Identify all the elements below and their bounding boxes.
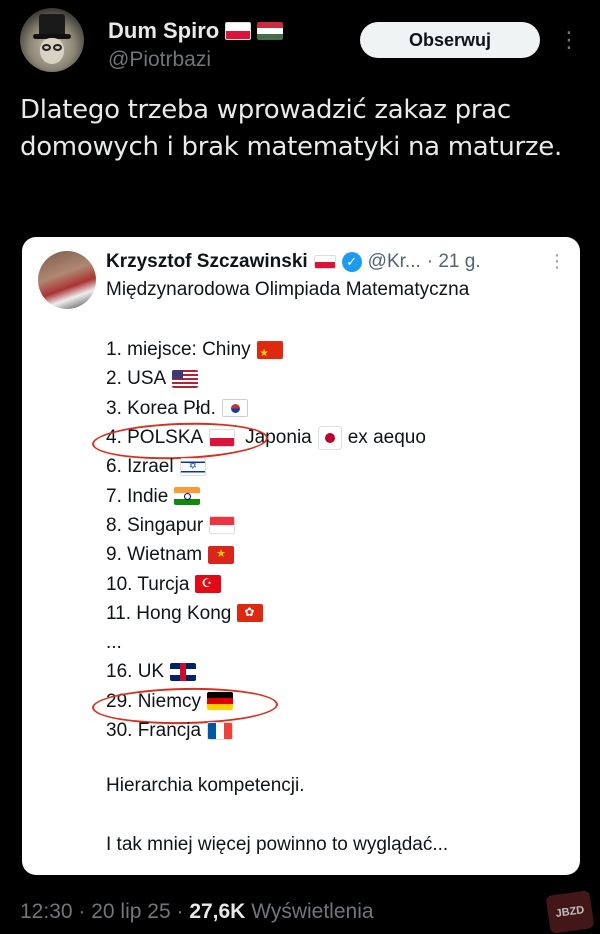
tie-annotation: Japonia ex aequo [245, 423, 426, 452]
quoted-author-handle[interactable]: @Kr... [368, 251, 421, 273]
author-display-name[interactable]: Dum Spiro [108, 18, 219, 44]
ranking-item: 29. Niemcy [91, 685, 566, 726]
quoted-author-name[interactable]: Krzysztof Szczawinski [106, 251, 308, 273]
tweet-header: Dum Spiro @Piotrbazi Obserwuj ⋮ [20, 8, 590, 78]
views-label: Wyświetlenia [251, 900, 374, 923]
singapore-flag-icon [209, 516, 236, 535]
ranking-item: 7. Indie [106, 481, 566, 510]
ranking-list: 1. miejsce: Chiny2. USA3. Korea Płd.4. P… [91, 335, 566, 745]
ranking-item-text: 11. Hong Kong [106, 602, 232, 624]
france-flag-icon [207, 721, 234, 740]
ranking-item-text: 9. Wietnam [106, 544, 203, 566]
india-flag-icon [174, 487, 201, 506]
meta-separator: · [78, 900, 92, 923]
ranking-item-text: 1. miejsce: Chiny [106, 339, 251, 361]
tweet-text: Dlatego trzeba wprowadzić zakaz prac dom… [20, 95, 562, 162]
south-korea-flag-icon [221, 399, 248, 418]
ranking-item-text: 30. Francja [106, 720, 202, 741]
ranking-item: 8. Singapur [106, 511, 566, 540]
ranking-item-text: 4. POLSKA [106, 427, 204, 449]
quoted-more-icon[interactable]: ⋮ [548, 251, 566, 272]
author-handle[interactable]: @Piotrbazi [108, 48, 211, 72]
tie-country: Japonia [245, 427, 312, 449]
watermark-logo: JBZD [545, 890, 595, 934]
ranking-item: 11. Hong Kong [106, 599, 566, 628]
ranking-item-text: 10. Turcja [106, 573, 190, 595]
avatar-glasses-right [53, 44, 62, 51]
ranking-item: 10. Turcja [106, 569, 566, 598]
author-name-row: Dum Spiro [108, 18, 284, 44]
ranking-item-text: 3. Korea Płd. [106, 397, 216, 419]
hungary-flag-icon [257, 22, 284, 40]
author-avatar[interactable] [20, 8, 84, 72]
tweet-date[interactable]: 20 lip 25 [91, 900, 170, 923]
ranking-item: ... [106, 628, 566, 657]
tie-note: ex aequo [347, 427, 426, 449]
ranking-item-text: 8. Singapur [106, 514, 204, 536]
tweet-meta: 12:30 · 20 lip 25 · 27,6K Wyświetlenia [20, 900, 374, 924]
ranking-item-text: 16. UK [106, 661, 165, 683]
avatar-face [40, 38, 64, 64]
usa-flag-icon [172, 369, 199, 388]
israel-flag-icon [179, 457, 206, 476]
ranking-item-text: 7. Indie [106, 485, 169, 507]
ranking-item: 2. USA [106, 364, 566, 393]
quoted-tweet-card[interactable]: Krzysztof Szczawinski ✓ @Kr... · 21 g. ⋮… [22, 237, 580, 875]
hong-kong-flag-icon [237, 604, 264, 623]
verified-badge-icon: ✓ [341, 252, 362, 272]
germany-flag-icon [207, 692, 234, 711]
avatar-hat [39, 14, 65, 36]
avatar-glasses-left [42, 44, 51, 51]
views-count: 27,6K [189, 900, 246, 923]
ranking-item: 6. Izrael [106, 452, 566, 481]
ranking-item-text: 2. USA [106, 368, 167, 390]
vietnam-flag-icon [208, 545, 235, 564]
meta-separator: · [176, 900, 190, 923]
quoted-closing-line-2: I tak mniej więcej powinno to wyglądać..… [106, 834, 449, 855]
quoted-author-row: Krzysztof Szczawinski ✓ @Kr... · 21 g. [106, 251, 481, 273]
poland-flag-icon [209, 428, 236, 447]
ranking-item-text: ... [106, 632, 122, 654]
poland-flag-icon [313, 255, 336, 269]
ranking-item: 4. POLSKA Japonia ex aequo [91, 419, 566, 462]
poland-flag-icon [225, 22, 252, 40]
follow-button[interactable]: Obserwuj [360, 22, 540, 58]
quoted-subtitle: Międzynarodowa Olimpiada Matematyczna [106, 279, 470, 300]
more-options-icon[interactable]: ⋮ [558, 22, 580, 58]
china-flag-icon [256, 340, 283, 359]
japan-flag-icon [317, 425, 342, 450]
ranking-item: 30. Francja [106, 716, 566, 745]
quoted-closing-line-1: Hierarchia kompetencji. [106, 775, 305, 796]
ranking-item: 9. Wietnam [106, 540, 566, 569]
ranking-item-text: 6. Izrael [106, 456, 174, 478]
ranking-item: 3. Korea Płd. [106, 394, 566, 423]
quoted-author-avatar[interactable] [38, 251, 96, 309]
tweet-time[interactable]: 12:30 [20, 900, 73, 923]
turkey-flag-icon [195, 575, 222, 594]
quoted-timestamp[interactable]: · 21 g. [427, 251, 481, 273]
ranking-item: 1. miejsce: Chiny [106, 335, 566, 364]
ranking-item-text: 29. Niemcy [106, 690, 202, 712]
uk-flag-icon [170, 662, 197, 681]
ranking-item: 16. UK [106, 657, 566, 686]
